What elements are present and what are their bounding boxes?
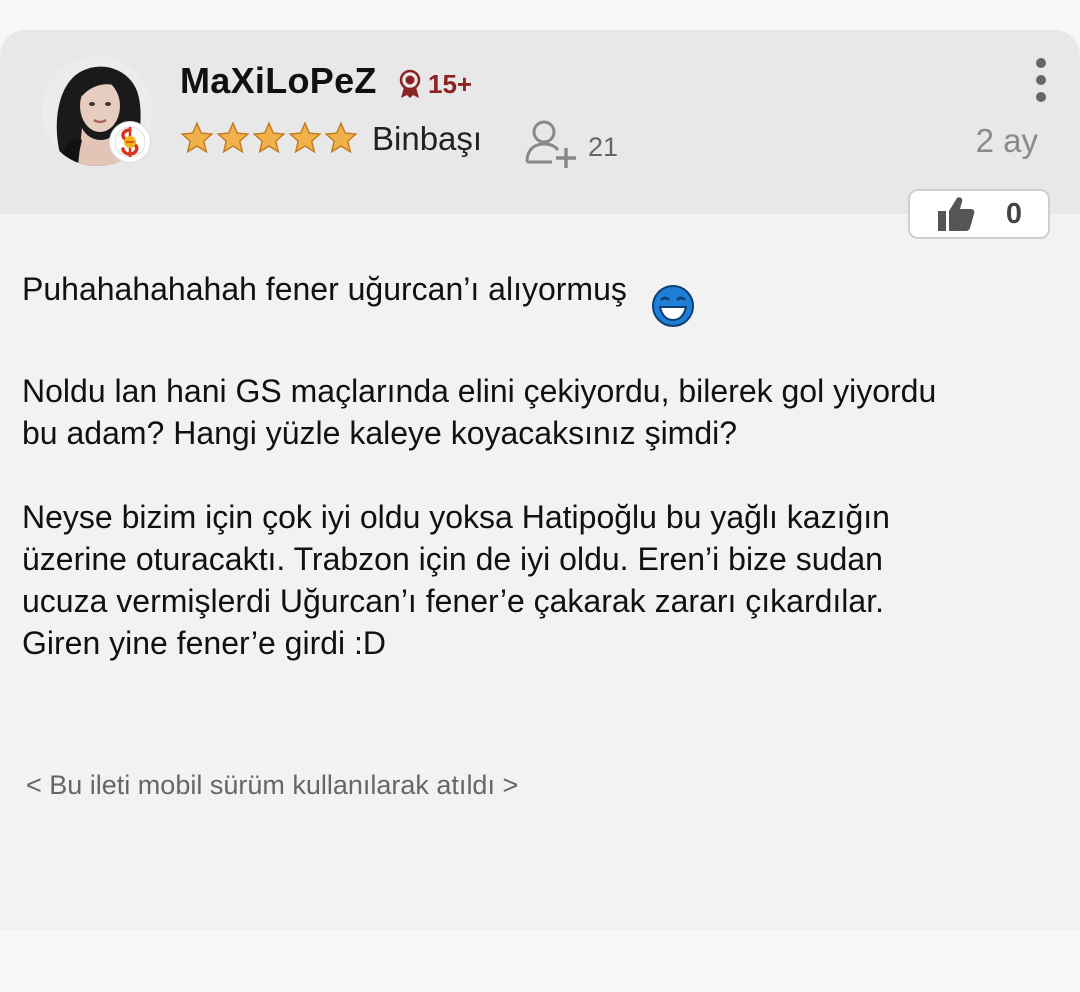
follower-count: 21 [588, 132, 619, 162]
dot [1036, 58, 1046, 68]
star-icon [180, 121, 214, 154]
post-text-line: Noldu lan hani GS maçlarında elini çekiy… [22, 373, 937, 409]
team-badge-icon [110, 122, 150, 162]
post-text-line: Neyse bizim için çok iyi oldu yoksa Hati… [22, 499, 890, 535]
paragraph: Puhahahahahah fener uğurcan’ı alıyormuş [22, 268, 1052, 328]
star-icon [288, 121, 322, 154]
post-header: MaXiLoPeZ 15+ Binbaşı 21 2 ay [0, 30, 1080, 214]
post-text-line: bu adam? Hangi yüzle kaleye koyacaksınız… [22, 415, 738, 451]
add-user-icon [525, 120, 576, 168]
like-count: 0 [1005, 197, 1022, 230]
star-icon [216, 121, 250, 154]
dot [1036, 92, 1046, 102]
post-body: Puhahahahahah fener uğurcan’ı alıyormuş … [22, 268, 1052, 664]
user-rank: Binbaşı [372, 120, 483, 157]
like-button[interactable]: 0 [908, 189, 1050, 239]
thumbs-up-icon [938, 197, 975, 231]
mobile-version-note: < Bu ileti mobil sürüm kullanılarak atıl… [26, 770, 519, 800]
level-value: 15+ [428, 68, 473, 99]
dot [1036, 75, 1046, 85]
follow-user-button[interactable] [524, 118, 582, 168]
level-badge: 15+ [398, 68, 472, 100]
more-options-icon[interactable] [1026, 58, 1056, 102]
post-text-line: Puhahahahahah fener uğurcan’ı alıyormuş [22, 271, 627, 307]
post-text-line: ucuza vermişlerdi Uğurcan’ı fener’e çaka… [22, 583, 884, 619]
award-ribbon-icon [399, 69, 421, 98]
post-timestamp: 2 ay [975, 122, 1038, 159]
laughing-emoji-icon [651, 285, 694, 327]
post-card: MaXiLoPeZ 15+ Binbaşı 21 2 ay 0 Puhahaha… [0, 30, 1080, 930]
post-text-line: üzerine oturacaktı. Trabzon için de iyi … [22, 541, 883, 577]
star-icon [324, 121, 358, 154]
post-text-line: Giren yine fener’e girdi :D [22, 625, 387, 661]
star-icon [252, 121, 286, 154]
username[interactable]: MaXiLoPeZ [180, 60, 377, 102]
rank-stars [180, 120, 358, 156]
